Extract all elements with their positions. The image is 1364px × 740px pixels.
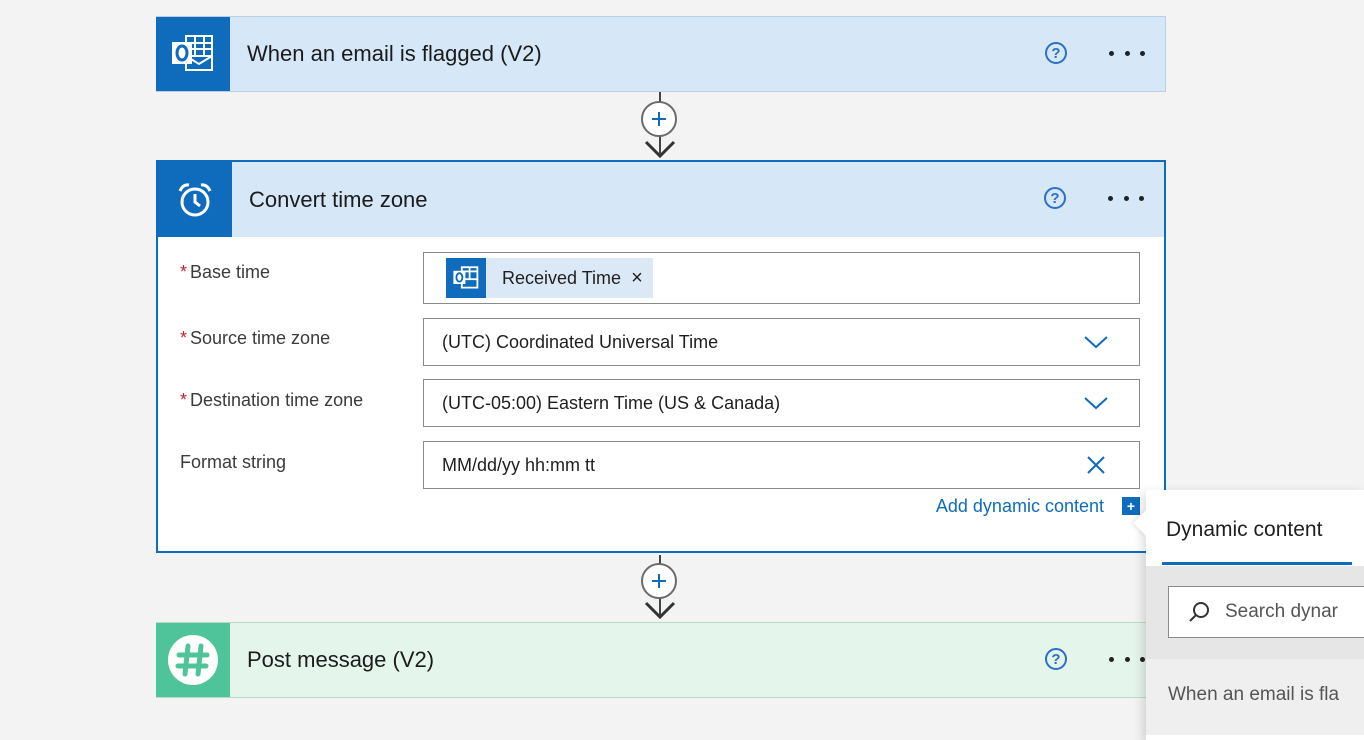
more-options-icon[interactable] — [1109, 38, 1145, 68]
dynamic-content-tab[interactable]: Dynamic content — [1166, 518, 1322, 542]
post-message-card[interactable]: Post message (V2) ? — [156, 622, 1166, 698]
format-string-value: MM/dd/yy hh:mm tt — [442, 454, 596, 475]
add-dynamic-icon[interactable]: + — [1122, 497, 1140, 515]
convert-time-zone-card[interactable]: Convert time zone ? *Base time Received — [156, 160, 1166, 553]
slack-title: Post message (V2) — [247, 647, 435, 672]
alarm-clock-icon — [158, 162, 232, 237]
dynamic-content-panel: Dynamic content Search dynar When an ema… — [1133, 490, 1364, 740]
dynamic-group-header[interactable]: When an email is fla — [1146, 659, 1364, 735]
help-icon[interactable]: ? — [1045, 42, 1067, 64]
dynamic-search-input[interactable]: Search dynar — [1168, 586, 1364, 638]
tab-underline — [1162, 562, 1352, 565]
add-dynamic-content-link[interactable]: Add dynamic content — [936, 496, 1104, 517]
dest-tz-row: * Destination time zone (UTC-05:00) Easte… — [180, 379, 1140, 427]
search-area: Search dynar — [1146, 566, 1364, 659]
arrow-down-icon — [644, 140, 676, 159]
source-tz-select[interactable]: (UTC) Coordinated Universal Time — [423, 318, 1140, 366]
source-tz-value: (UTC) Coordinated Universal Time — [442, 331, 719, 352]
format-string-input[interactable]: MM/dd/yy hh:mm tt — [423, 441, 1140, 489]
help-icon[interactable]: ? — [1044, 187, 1066, 209]
chevron-down-icon[interactable] — [1083, 335, 1109, 349]
dest-tz-label: * Destination time zone — [180, 390, 364, 410]
dest-tz-value: (UTC-05:00) Eastern Time (US & Canada) — [442, 392, 781, 413]
outlook-icon — [446, 258, 486, 298]
plus-icon — [652, 112, 666, 126]
more-options-icon[interactable] — [1108, 183, 1144, 213]
slack-hash-icon — [156, 622, 230, 697]
group-label: When an email is fla — [1168, 684, 1340, 705]
plus-icon — [652, 574, 666, 588]
base-time-label: * Base time — [180, 262, 271, 282]
insert-step-button[interactable] — [641, 563, 677, 599]
token-label: Received Time — [502, 267, 622, 288]
trigger-header[interactable]: When an email is flagged (V2) ? — [156, 16, 1165, 91]
action-header[interactable]: Convert time zone ? — [158, 162, 1164, 237]
base-time-input[interactable]: Received Time × — [423, 252, 1140, 304]
search-placeholder: Search dynar — [1225, 601, 1339, 622]
format-string-row: Format string MM/dd/yy hh:mm tt — [180, 441, 1140, 489]
chevron-down-icon[interactable] — [1083, 396, 1109, 410]
source-tz-label: * Source time zone — [180, 328, 331, 348]
search-icon — [1189, 602, 1209, 622]
clear-icon[interactable] — [1086, 455, 1106, 475]
help-icon[interactable]: ? — [1045, 648, 1067, 670]
format-string-label: Format string — [180, 452, 287, 472]
slack-header[interactable]: Post message (V2) ? — [156, 622, 1165, 697]
trigger-card[interactable]: When an email is flagged (V2) ? — [156, 16, 1166, 92]
source-tz-row: * Source time zone (UTC) Coordinated Univ… — [180, 318, 1140, 366]
insert-step-button[interactable] — [641, 101, 677, 137]
remove-token-icon[interactable]: × — [631, 267, 643, 290]
trigger-title: When an email is flagged (V2) — [247, 41, 542, 66]
dest-tz-select[interactable]: (UTC-05:00) Eastern Time (US & Canada) — [423, 379, 1140, 427]
base-time-row: * Base time Received Time × — [180, 252, 1140, 304]
action-title: Convert time zone — [249, 186, 428, 212]
received-time-token[interactable]: Received Time × — [446, 258, 653, 298]
arrow-down-icon — [644, 601, 676, 620]
outlook-icon — [156, 16, 230, 91]
more-options-icon[interactable] — [1109, 644, 1145, 674]
